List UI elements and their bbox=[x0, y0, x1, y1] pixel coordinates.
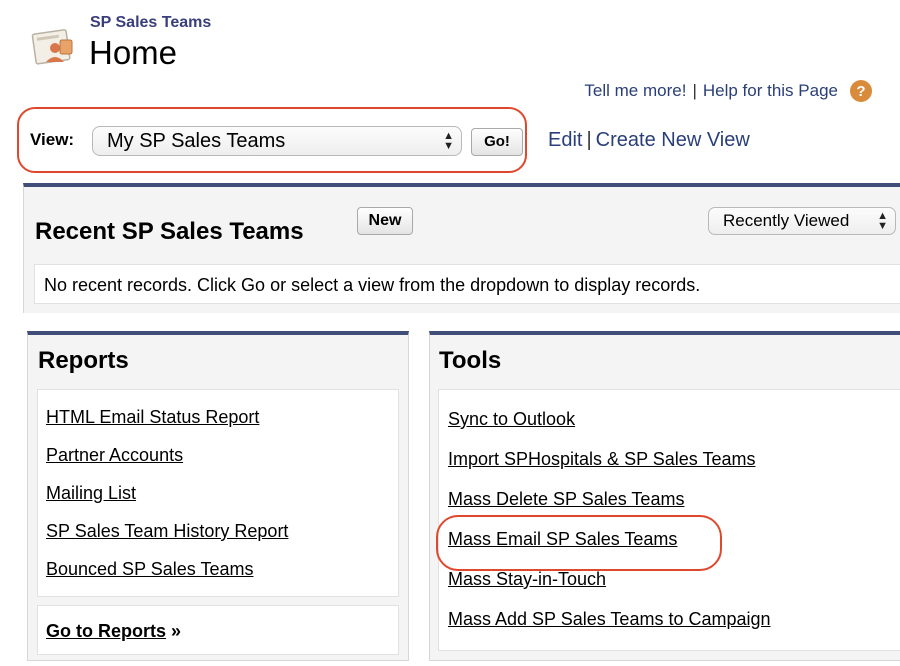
create-new-view-link[interactable]: Create New View bbox=[596, 129, 750, 151]
report-link-team-history[interactable]: SP Sales Team History Report bbox=[46, 521, 288, 542]
recent-empty-message: No recent records. Click Go or select a … bbox=[34, 264, 900, 304]
recent-filter-select[interactable]: Recently Viewed ▲ ▼ bbox=[708, 207, 896, 235]
tool-link-mass-email[interactable]: Mass Email SP Sales Teams bbox=[448, 529, 677, 550]
help-links: Tell me more! | Help for this Page ? bbox=[584, 80, 872, 102]
view-links-separator: | bbox=[586, 129, 592, 151]
view-select[interactable]: My SP Sales Teams ▲ ▼ bbox=[92, 126, 462, 156]
select-arrows-icon: ▲ ▼ bbox=[877, 210, 888, 232]
view-select-value: My SP Sales Teams bbox=[107, 130, 286, 152]
tell-me-more-link[interactable]: Tell me more! bbox=[584, 81, 686, 101]
page-title: Home bbox=[89, 34, 178, 71]
new-button[interactable]: New bbox=[357, 207, 413, 235]
go-to-reports-label: Go to Reports bbox=[46, 621, 166, 641]
view-label: View: bbox=[30, 130, 75, 149]
go-to-reports-arrow: » bbox=[171, 621, 182, 641]
recent-filter-value: Recently Viewed bbox=[723, 211, 850, 230]
app-icon bbox=[30, 26, 78, 68]
question-icon[interactable]: ? bbox=[850, 80, 872, 102]
reports-footer: Go to Reports » bbox=[37, 605, 399, 655]
tools-list: Sync to Outlook Import SPHospitals & SP … bbox=[438, 389, 900, 651]
report-link-mailing-list[interactable]: Mailing List bbox=[46, 483, 136, 504]
report-link-html-email-status[interactable]: HTML Email Status Report bbox=[46, 407, 259, 428]
tool-link-mass-stay-in-touch[interactable]: Mass Stay-in-Touch bbox=[448, 569, 606, 590]
select-arrows-icon: ▲ ▼ bbox=[443, 130, 454, 152]
go-to-reports-link[interactable]: Go to Reports » bbox=[46, 621, 181, 642]
recent-title: Recent SP Sales Teams bbox=[35, 218, 304, 245]
help-for-page-link[interactable]: Help for this Page bbox=[703, 81, 838, 101]
reports-list: HTML Email Status Report Partner Account… bbox=[37, 389, 399, 597]
report-link-bounced-teams[interactable]: Bounced SP Sales Teams bbox=[46, 559, 253, 580]
tool-link-sync-outlook[interactable]: Sync to Outlook bbox=[448, 409, 575, 430]
tool-link-mass-delete[interactable]: Mass Delete SP Sales Teams bbox=[448, 489, 684, 510]
tools-title: Tools bbox=[439, 347, 502, 374]
view-links: Edit | Create New View bbox=[548, 129, 750, 152]
app-name: SP Sales Teams bbox=[90, 14, 212, 31]
tool-link-import[interactable]: Import SPHospitals & SP Sales Teams bbox=[448, 449, 755, 470]
reports-title: Reports bbox=[38, 347, 129, 374]
edit-view-link[interactable]: Edit bbox=[548, 129, 582, 151]
help-separator: | bbox=[692, 81, 697, 100]
go-button[interactable]: Go! bbox=[471, 128, 523, 156]
report-link-partner-accounts[interactable]: Partner Accounts bbox=[46, 445, 183, 466]
tool-link-mass-add-campaign[interactable]: Mass Add SP Sales Teams to Campaign bbox=[448, 609, 771, 630]
